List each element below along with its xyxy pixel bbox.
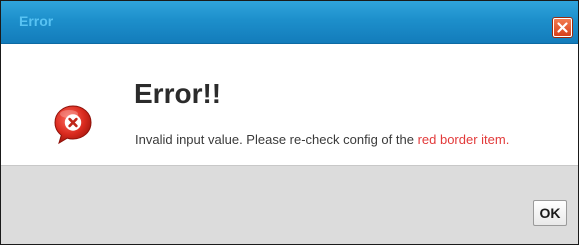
dialog-footer: OK	[1, 165, 578, 244]
error-heading: Error!!	[134, 78, 222, 109]
dialog-title: Error	[19, 13, 54, 29]
close-button[interactable]	[553, 18, 572, 37]
message-highlight: red border item.	[417, 132, 510, 147]
dialog-body: Error!! Invalid input value. Please re-c…	[1, 44, 578, 165]
message-text: Invalid input value. Please re-check con…	[135, 132, 418, 147]
dialog-titlebar[interactable]: Error	[1, 1, 578, 44]
close-icon	[557, 22, 568, 33]
error-dialog: Error Error!! Invalid input value. Pleas	[0, 0, 579, 245]
error-icon	[54, 105, 92, 145]
ok-button[interactable]: OK	[533, 200, 567, 226]
error-message: Invalid input value. Please re-check con…	[135, 131, 555, 149]
